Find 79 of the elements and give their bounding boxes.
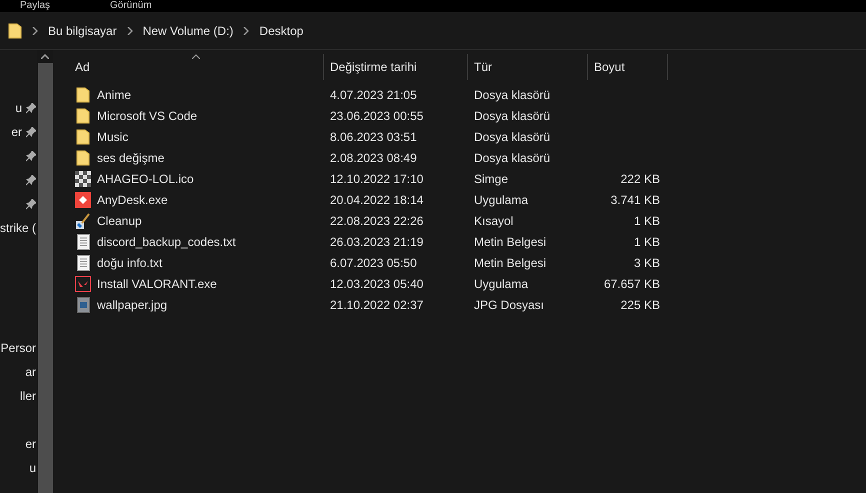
file-size: 225 KB: [620, 296, 660, 314]
file-name[interactable]: ses değişme: [97, 148, 164, 166]
modified-date: 6.07.2023 05:50: [330, 256, 417, 270]
text-file-icon: [76, 254, 90, 270]
file-name[interactable]: discord_backup_codes.txt: [97, 232, 236, 250]
file-type: JPG Dosyası: [474, 298, 544, 312]
modified-date: 2.08.2023 08:49: [330, 150, 417, 164]
column-header[interactable]: Değiştirme tarihi: [324, 54, 468, 80]
file-type: Dosya klasörü: [474, 150, 550, 164]
checkered-image-icon: [75, 170, 91, 186]
file-type: Uygulama: [474, 276, 528, 290]
folder-icon: [8, 22, 22, 38]
sort-caret-icon: [192, 54, 200, 59]
file-type: Metin Belgesi: [474, 256, 546, 270]
file-type: Kısayol: [474, 214, 514, 228]
pin-icon[interactable]: [26, 102, 36, 114]
file-name[interactable]: AHAGEO-LOL.ico: [97, 170, 194, 188]
file-name[interactable]: Install VALORANT.exe: [97, 274, 217, 292]
file-type: Simge: [474, 172, 508, 186]
file-size: 1 KB: [634, 212, 660, 230]
nav-item[interactable]: ar: [25, 363, 36, 381]
modified-date: 21.10.2022 02:37: [330, 298, 424, 312]
column-header[interactable]: Tür: [468, 54, 588, 80]
folder-icon: [76, 150, 90, 166]
nav-item[interactable]: er: [25, 435, 36, 453]
file-size: 3.741 KB: [610, 192, 660, 208]
chevron-right-icon: [126, 26, 133, 34]
breadcrumb-item[interactable]: New Volume (D:): [142, 22, 234, 40]
modified-date: 8.06.2023 03:51: [330, 130, 417, 144]
nav-item[interactable]: u: [15, 99, 22, 117]
nav-item[interactable]: ller: [20, 387, 36, 405]
modified-date: 12.03.2023 05:40: [330, 276, 424, 290]
text-file-icon: [76, 234, 90, 250]
modified-date: 4.07.2023 21:05: [330, 88, 417, 102]
modified-date: 22.08.2023 22:26: [330, 214, 424, 228]
file-name[interactable]: Music: [97, 128, 128, 146]
nav-item[interactable]: Persor: [0, 339, 36, 357]
breadcrumb-item[interactable]: Desktop: [259, 22, 304, 40]
file-type: Dosya klasörü: [474, 108, 550, 122]
pin-icon[interactable]: [26, 126, 36, 138]
file-size: 222 KB: [620, 170, 660, 188]
ribbon-tab[interactable]: Paylaş: [20, 0, 50, 12]
nav-item[interactable]: strike (: [0, 219, 36, 237]
modified-date: 20.04.2022 18:14: [330, 192, 424, 206]
file-name[interactable]: Microsoft VS Code: [97, 106, 198, 124]
nav-item[interactable]: u: [29, 459, 36, 477]
modified-date: 26.03.2023 21:19: [330, 234, 424, 248]
file-type: Dosya klasörü: [474, 88, 550, 102]
image-file-icon: [76, 296, 90, 312]
column-header[interactable]: Ad: [69, 54, 324, 80]
modified-date: 12.10.2022 17:10: [330, 172, 424, 186]
file-size: 1 KB: [634, 234, 660, 250]
broom-icon: [75, 212, 91, 228]
breadcrumb-item[interactable]: Bu bilgisayar: [48, 22, 117, 40]
file-size: 3 KB: [634, 254, 660, 272]
pin-icon[interactable]: [26, 150, 36, 162]
file-name[interactable]: wallpaper.jpg: [97, 296, 168, 314]
ribbon-tab[interactable]: Görünüm: [110, 0, 152, 12]
folder-icon: [76, 108, 90, 124]
scroll-up-icon[interactable]: [41, 54, 49, 59]
file-type: Uygulama: [474, 192, 528, 206]
file-size: 67.657 KB: [604, 276, 660, 292]
file-name[interactable]: Cleanup: [97, 212, 142, 230]
file-name[interactable]: AnyDesk.exe: [97, 190, 168, 208]
file-type: Dosya klasörü: [474, 130, 550, 144]
file-type: Metin Belgesi: [474, 234, 546, 248]
pin-icon[interactable]: [26, 198, 36, 210]
file-name[interactable]: Anime: [97, 86, 132, 104]
nav-item[interactable]: er: [11, 123, 22, 141]
file-name[interactable]: doğu info.txt: [97, 254, 162, 272]
chevron-right-icon: [243, 26, 250, 34]
pin-icon[interactable]: [26, 174, 36, 186]
folder-icon: [76, 128, 90, 144]
column-header[interactable]: Boyut: [588, 54, 668, 80]
app-icon: [75, 192, 91, 208]
folder-icon: [76, 86, 90, 102]
modified-date: 23.06.2023 00:55: [330, 108, 424, 122]
chevron-right-icon: [32, 26, 38, 34]
app-icon: [75, 276, 91, 292]
